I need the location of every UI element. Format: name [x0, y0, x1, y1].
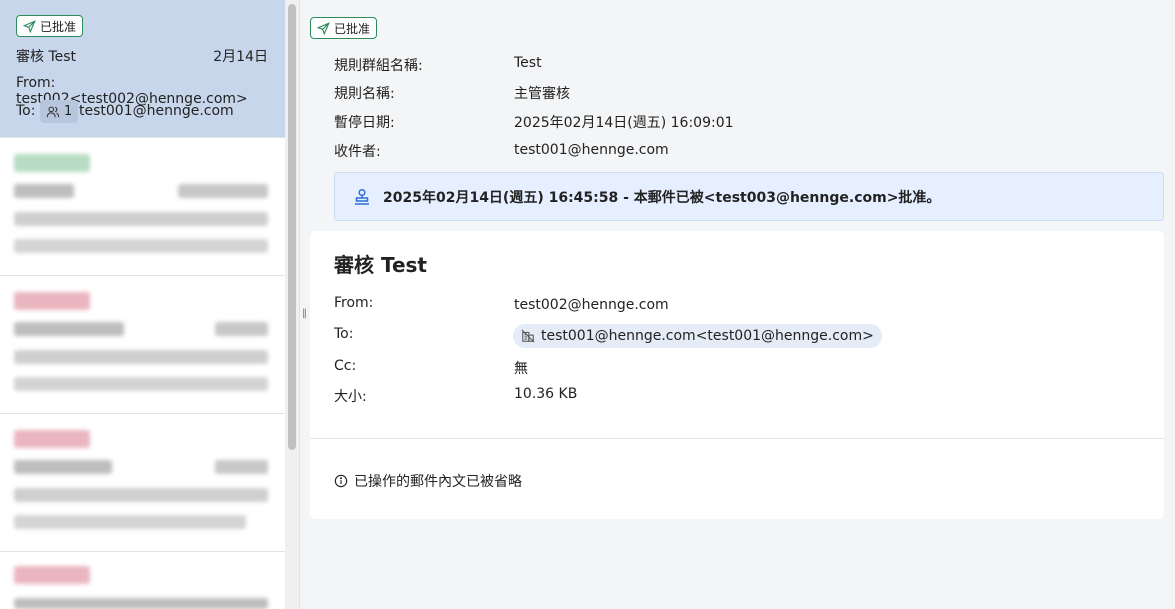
omitted-body-note: 已操作的郵件內文已被省略 [334, 471, 522, 491]
message-list: 已批准 審核 Test 2月14日 From: test002<test002@… [0, 0, 285, 609]
blurred-text [14, 460, 112, 474]
stamp-icon [355, 188, 369, 205]
blurred-badge [14, 292, 90, 310]
recipient-label: 收件者: [334, 144, 381, 160]
blurred-text [14, 377, 268, 391]
card-divider [310, 438, 1164, 439]
mail-to-chip[interactable]: test001@hennge.com<test001@hennge.com> [513, 324, 882, 348]
mail-card: 審核 Test From: test002@hennge.com To: tes… [310, 231, 1164, 519]
pause-date-value: 2025年02月14日(週五) 16:09:01 [514, 115, 734, 131]
rule-name-value: 主管審核 [514, 86, 570, 102]
rule-name-label: 規則名稱: [334, 86, 395, 102]
message-subject: 審核 Test [16, 49, 77, 65]
mail-cc-label: Cc: [334, 358, 357, 374]
mail-subject: 審核 Test [334, 253, 427, 277]
list-item[interactable] [0, 276, 285, 414]
mail-to-value: test001@hennge.com<test001@hennge.com> [541, 328, 874, 344]
message-date: 2月14日 [213, 49, 268, 65]
list-scrollbar[interactable] [285, 0, 300, 609]
blurred-text [14, 184, 74, 198]
pause-date-label: 暫停日期: [334, 115, 395, 131]
mail-from-value: test002@hennge.com [514, 297, 669, 313]
info-icon [334, 474, 348, 488]
blurred-text [14, 350, 268, 364]
blurred-text [14, 515, 246, 529]
scroll-thumb[interactable] [288, 4, 296, 450]
approval-notice-text: 2025年02月14日(週五) 16:45:58 - 本郵件已被<test003… [383, 189, 941, 206]
list-item[interactable] [0, 414, 285, 552]
blurred-text [14, 322, 124, 336]
approved-badge-label: 已批准 [40, 19, 77, 34]
list-item[interactable] [0, 138, 285, 276]
blurred-badge [14, 430, 90, 448]
blurred-badge [14, 154, 90, 172]
omitted-body-text: 已操作的郵件內文已被省略 [354, 474, 522, 490]
blurred-text [14, 488, 268, 502]
users-icon [46, 106, 60, 117]
message-to-label: To: [16, 103, 36, 119]
approval-notice: 2025年02月14日(週五) 16:45:58 - 本郵件已被<test003… [334, 172, 1164, 221]
blurred-text [14, 212, 268, 226]
mail-size-label: 大小: [334, 389, 367, 405]
detail-approved-badge: 已批准 [310, 17, 378, 39]
approved-badge: 已批准 [16, 15, 84, 37]
blurred-text [215, 322, 268, 336]
message-list-item-selected[interactable]: 已批准 審核 Test 2月14日 From: test002<test002@… [0, 0, 285, 138]
list-item[interactable] [0, 552, 285, 609]
rule-group-value: Test [514, 55, 542, 71]
pane-resize-handle-icon[interactable]: ‖ [302, 308, 308, 320]
mail-cc-value: 無 [514, 361, 528, 377]
blurred-text [14, 598, 268, 609]
recipient-count-chip[interactable]: 1 [40, 100, 79, 123]
send-icon [317, 21, 330, 35]
blurred-text [215, 460, 268, 474]
recipient-value: test001@hennge.com [514, 142, 669, 158]
send-icon [23, 19, 36, 33]
external-domain-icon [521, 329, 535, 343]
recipient-count: 1 [64, 104, 73, 119]
blurred-text [178, 184, 268, 198]
blurred-text [14, 239, 268, 253]
mail-from-label: From: [334, 295, 374, 311]
blurred-badge [14, 566, 90, 584]
mail-size-value: 10.36 KB [514, 386, 578, 402]
message-to-address: test001@hennge.com [79, 103, 234, 119]
mail-to-label: To: [334, 326, 354, 342]
detail-approved-badge-label: 已批准 [334, 21, 371, 36]
rule-group-label: 規則群組名稱: [334, 58, 423, 74]
